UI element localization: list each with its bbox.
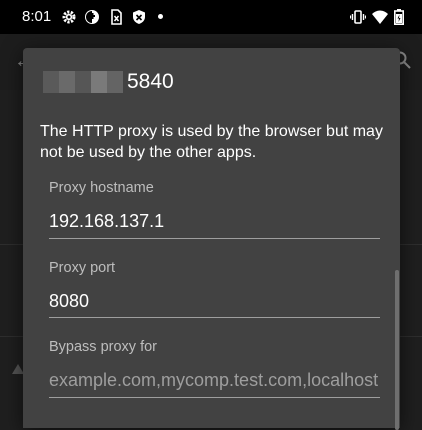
gear-icon	[62, 10, 76, 24]
bypass-label: Bypass proxy for	[49, 339, 157, 355]
hostname-label: Proxy hostname	[49, 180, 154, 196]
redacted-title-block	[43, 71, 123, 93]
data-saver-icon	[85, 10, 99, 24]
battery-icon	[394, 9, 404, 25]
dialog-title: 5840	[127, 70, 174, 93]
bypass-underline	[49, 397, 380, 398]
status-time: 8:01	[22, 8, 52, 25]
hostname-input[interactable]: 192.168.137.1	[49, 211, 379, 237]
port-input[interactable]: 8080	[49, 291, 379, 317]
wifi-icon	[372, 10, 388, 24]
bypass-input[interactable]: example.com,mycomp.test.com,localhost	[49, 370, 379, 396]
shield-icon	[133, 10, 145, 24]
dialog-message: The HTTP proxy is used by the browser bu…	[40, 123, 383, 161]
vibrate-icon	[350, 10, 366, 24]
dialog-scrollbar[interactable]	[395, 270, 399, 430]
port-underline	[49, 317, 380, 318]
notification-dot-icon	[158, 14, 163, 19]
port-label: Proxy port	[49, 260, 116, 276]
hostname-underline	[49, 238, 380, 239]
sim-card-icon	[111, 9, 122, 25]
status-bar: 8:01	[0, 0, 422, 34]
proxy-dialog: 5840 The HTTP proxy is used by the brows…	[23, 48, 400, 430]
